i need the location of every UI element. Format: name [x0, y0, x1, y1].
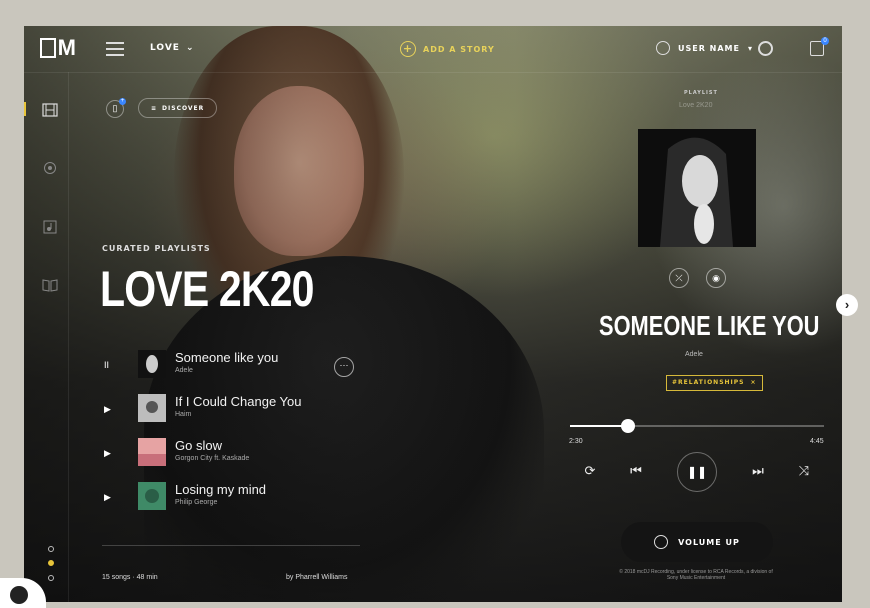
add-to-playlist-button[interactable]: ▯ + [106, 98, 126, 118]
pause-icon[interactable]: II [104, 360, 114, 370]
now-playing-playlist: Love 2K20 [679, 102, 713, 109]
page-dot-3[interactable] [48, 575, 54, 581]
track-artist: Philip George [175, 499, 218, 506]
film-icon[interactable] [42, 103, 58, 117]
track-title: If I Could Change You [175, 394, 302, 409]
user-name: USER NAME [678, 43, 740, 53]
previous-track-icon[interactable]: ⏮ [626, 463, 646, 479]
book-icon[interactable] [42, 278, 58, 292]
playlist-divider [102, 545, 360, 546]
track-row[interactable]: ▶ Losing my mind Philip George [104, 480, 364, 514]
tag-close-icon[interactable]: × [751, 376, 757, 390]
next-track-icon[interactable]: ⏭ [748, 463, 768, 479]
header-divider [24, 72, 842, 73]
progress-handle[interactable] [621, 419, 636, 433]
caret-down-icon: ▾ [747, 43, 753, 53]
playlist-kicker: CURATED PLAYLISTS [102, 244, 211, 253]
more-options-icon[interactable]: ··· [334, 357, 354, 377]
add-badge-icon: + [119, 98, 126, 105]
track-thumbnail [138, 350, 166, 378]
track-title: Losing my mind [175, 482, 267, 497]
page-dot-1[interactable] [48, 546, 54, 552]
progress-fill [570, 425, 629, 427]
app-frame: M LOVE ⌄ + ADD A STORY USER NAME ▾ 0 ▯ +… [24, 26, 842, 602]
total-duration: 4:45 [810, 438, 824, 445]
now-playing-artist: Adele [685, 351, 703, 358]
track-title: Go slow [175, 438, 222, 453]
user-avatar-icon [656, 41, 670, 55]
volume-up-label: VOLUME UP [678, 537, 740, 547]
track-thumbnail [138, 394, 166, 422]
category-dropdown[interactable]: LOVE ⌄ [150, 43, 194, 53]
repeat-icon[interactable]: ⟳ [580, 463, 600, 479]
shuffle-icon[interactable]: ⤨ [794, 463, 814, 479]
logo-box [40, 38, 56, 58]
hamburger-menu-icon[interactable] [106, 42, 124, 56]
at-sign-icon[interactable] [758, 41, 773, 56]
chevron-down-icon: ⌄ [185, 43, 195, 53]
now-playing-title: SOMEONE LIKE YOU [599, 310, 820, 341]
sidebar-active-indicator [24, 102, 26, 116]
track-thumbnail [138, 438, 166, 466]
app-logo[interactable]: M [40, 35, 76, 60]
page-dot-2[interactable] [48, 560, 54, 566]
sidebar-divider [68, 72, 69, 602]
queue-icon: ≡ [151, 104, 158, 112]
tag-chip[interactable]: #RELATIONSHIPS × [666, 375, 763, 391]
background-photo-face [234, 86, 364, 256]
user-menu[interactable]: USER NAME ▾ [656, 41, 753, 55]
track-title: Someone like you [175, 350, 279, 365]
discover-button[interactable]: ≡ DISCOVER [138, 98, 218, 118]
pause-button[interactable]: ❚❚ [677, 452, 717, 492]
now-playing-label: PLAYLIST [684, 90, 718, 96]
elapsed-time: 2:30 [569, 438, 583, 445]
track-row[interactable]: ▶ If I Could Change You Haim [104, 392, 364, 426]
playlist-curator: by Pharrell Williams [286, 574, 348, 581]
playlist-summary: 15 songs · 48 min [102, 574, 158, 581]
copyright-notice: © 2018 mcDJ Recording, under license to … [619, 569, 773, 581]
badge-icon [10, 586, 28, 604]
discover-label: DISCOVER [162, 104, 205, 112]
hand-icon [654, 535, 669, 549]
next-slide-button[interactable]: › [836, 294, 858, 316]
remix-icon[interactable]: ⤫ [669, 268, 689, 288]
album-cover [638, 129, 756, 247]
track-row[interactable]: ▶ Go slow Gorgon City ft. Kaskade [104, 436, 364, 470]
tag-label: #RELATIONSHIPS [672, 379, 745, 386]
notification-badge: 0 [821, 37, 829, 45]
plus-circle-icon: + [400, 41, 416, 57]
music-note-icon[interactable] [42, 220, 58, 234]
category-dropdown-label: LOVE [150, 43, 180, 53]
logo-letter: M [57, 35, 76, 60]
podcast-icon[interactable] [42, 161, 58, 175]
play-icon[interactable]: ▶ [104, 492, 114, 503]
track-artist: Haim [175, 411, 192, 418]
phone-plus-icon: ▯ [112, 103, 118, 113]
play-icon[interactable]: ▶ [104, 404, 114, 415]
track-artist: Adele [175, 367, 193, 374]
play-icon[interactable]: ▶ [104, 448, 114, 459]
track-artist: Gorgon City ft. Kaskade [175, 455, 250, 462]
track-thumbnail [138, 482, 166, 510]
broadcast-icon[interactable]: ◉ [706, 268, 726, 288]
volume-up-button[interactable]: VOLUME UP [621, 522, 773, 562]
track-row[interactable]: II Someone like you Adele [104, 348, 364, 382]
add-story-label: ADD A STORY [423, 44, 495, 54]
progress-bar[interactable] [570, 419, 824, 433]
add-story-button[interactable]: + ADD A STORY [400, 41, 495, 57]
playlist-title: LOVE 2K20 [100, 261, 314, 317]
